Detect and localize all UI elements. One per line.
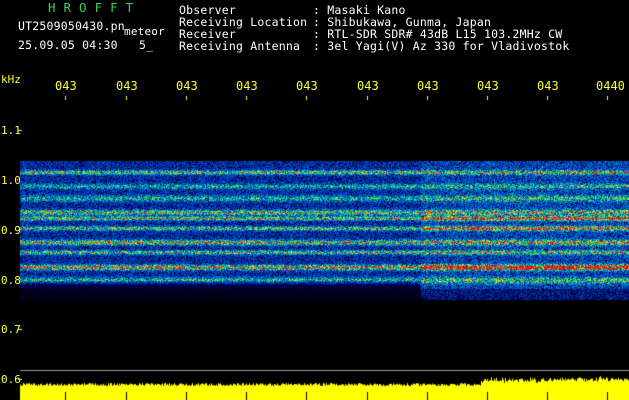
- y-tick-0.8: 0.8: [1, 274, 21, 287]
- x-tick-0436: 043: [357, 79, 379, 93]
- x-tick-0437: 043: [417, 79, 439, 93]
- x-tick-0438: 043: [477, 79, 499, 93]
- antenna-label: Receiving Antenna: [179, 39, 301, 53]
- spectrogram-canvas: [0, 0, 629, 400]
- y-tick-1.0: 1.0: [1, 174, 21, 187]
- x-tick-0435: 043: [296, 79, 318, 93]
- x-tick-0440: 0440: [596, 79, 625, 93]
- antenna-value: : 3el Yagi(V) Az 330 for Vladivostok: [313, 39, 570, 53]
- y-tick-0.7: 0.7: [1, 323, 21, 336]
- program-title: HROFFT: [48, 0, 142, 15]
- x-tick-0439: 043: [537, 79, 559, 93]
- x-tick-0432: 043: [116, 79, 138, 93]
- date-time: 25.09.05 04:30: [18, 38, 118, 52]
- y-tick-0.6: 0.6: [1, 373, 21, 386]
- y-unit-label: kHz: [1, 73, 21, 86]
- x-tick-0434: 043: [236, 79, 258, 93]
- y-tick-1.1: 1.1: [1, 124, 21, 137]
- event-type: meteor: [124, 25, 165, 38]
- x-tick-0433: 043: [176, 79, 198, 93]
- file-name: UT2509050430.pn: [18, 19, 125, 33]
- x-tick-0431: 043: [55, 79, 77, 93]
- y-tick-0.9: 0.9: [1, 224, 21, 237]
- count-text: 5_: [139, 38, 154, 52]
